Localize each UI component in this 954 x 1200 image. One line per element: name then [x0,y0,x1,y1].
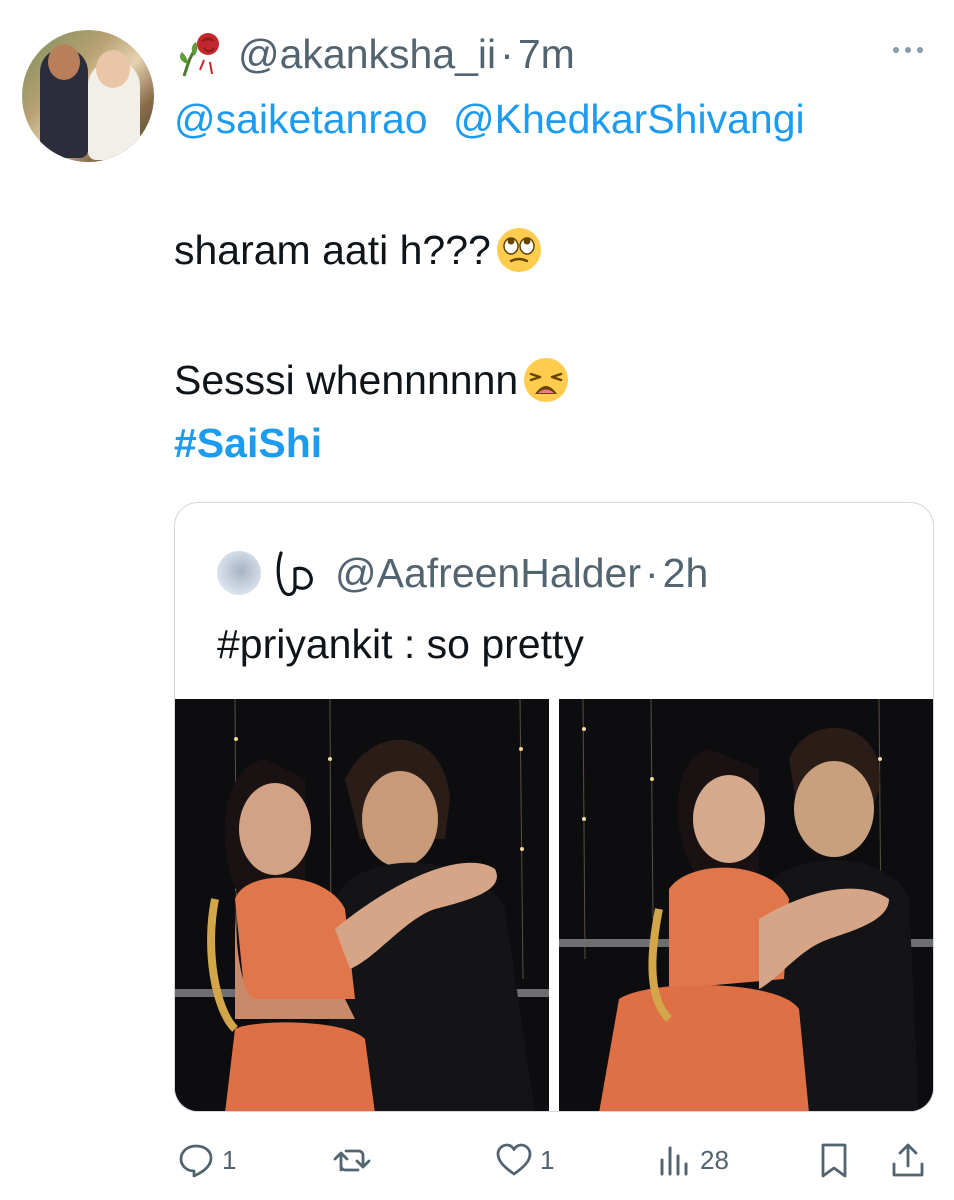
tweet-time[interactable]: 7m [518,31,575,78]
more-options-icon[interactable] [888,40,928,60]
quoted-avatar[interactable] [217,551,261,595]
user-avatar[interactable] [22,30,154,162]
tweet-text: Sesssi whennnnnn [174,356,519,403]
share-button[interactable] [888,1132,928,1188]
reply-count: 1 [222,1144,237,1175]
bookmark-button[interactable] [814,1132,854,1188]
wilted-rose-icon [180,33,219,77]
tweet: @akanksha_ii · 7m @saiketanrao @KhedkarS… [0,0,954,1200]
header-separator: · [500,30,514,77]
quoted-tweet[interactable]: @AafreenHalder · 2h #priyankit : so pret… [174,502,934,1112]
tweet-text-line: Sesssi whennnnnn [174,356,570,404]
tweet-text-line: sharam aati h??? [174,226,543,274]
reply-icon [179,1144,213,1178]
mention-link[interactable]: @KhedkarShivangi [453,96,805,142]
retweet-icon [333,1149,371,1172]
views-button[interactable]: 28 [654,1132,729,1188]
reply-button[interactable]: 1 [176,1132,236,1188]
heart-icon [496,1143,532,1176]
threads-logo-icon [276,551,313,597]
quoted-time[interactable]: 2h [663,550,709,597]
like-button[interactable]: 1 [494,1132,554,1188]
quoted-separator: · [645,549,659,596]
tweet-text: sharam aati h??? [174,226,491,273]
views-chart-icon [660,1146,688,1176]
quoted-header: @AafreenHalder · 2h [217,547,708,599]
mention-link[interactable]: @saiketanrao [174,96,428,142]
retweet-button[interactable] [332,1132,378,1188]
tweet-actions: 1 1 28 [0,1132,954,1192]
weary-face-emoji-icon [524,358,569,402]
quoted-text: #priyankit : so pretty [217,621,584,667]
author-handle[interactable]: @akanksha_ii [238,31,496,78]
tweet-header: @akanksha_ii · 7m [174,26,575,82]
quoted-photo-right[interactable] [559,699,933,1111]
quoted-handle[interactable]: @AafreenHalder [335,550,641,597]
like-count: 1 [540,1144,555,1175]
share-icon [892,1143,924,1177]
hashtag-link[interactable]: #SaiShi [174,420,322,467]
bookmark-icon [821,1143,847,1178]
reply-mentions: @saiketanrao @KhedkarShivangi [174,96,805,143]
eye-roll-emoji-icon [496,228,541,272]
views-count: 28 [700,1144,729,1175]
quoted-photo-left[interactable] [175,699,549,1111]
